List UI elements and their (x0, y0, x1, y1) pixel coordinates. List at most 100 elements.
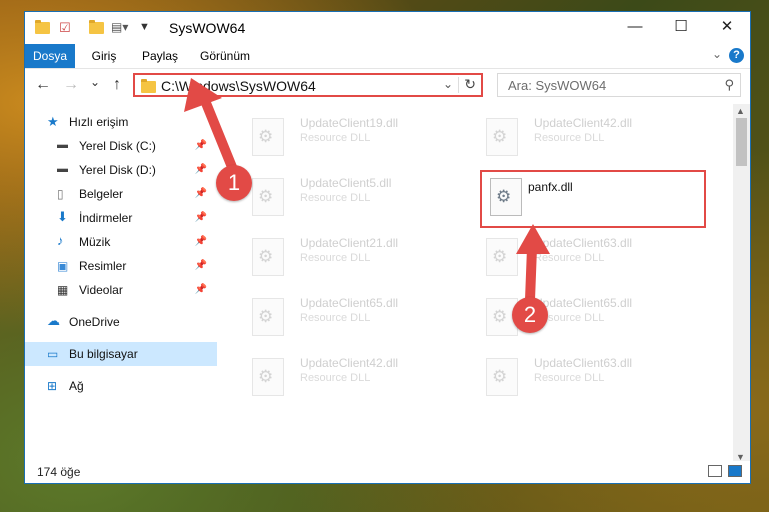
gear-icon: ⚙ (492, 307, 508, 326)
pin-icon[interactable]: 📌 (195, 164, 207, 175)
pin-icon[interactable]: 📌 (195, 284, 207, 295)
file-item[interactable]: ⚙ UpdateClient63.dll Resource DLL (482, 354, 692, 406)
sidebar-item-label: Hızlı erişim (69, 115, 129, 129)
sidebar-item-label: Belgeler (79, 187, 124, 201)
navigation-pane: ★ Hızlı erişim ▬ Yerel Disk (C:) 📌 ▬ Yer… (25, 104, 218, 464)
search-placeholder: Ara: SysWOW64 (508, 78, 607, 93)
music-icon: ♪ (57, 233, 64, 248)
file-name: UpdateClient42.dll (534, 116, 633, 130)
file-item[interactable]: ⚙ UpdateClient42.dll Resource DLL (482, 114, 692, 166)
file-item[interactable]: ⚙ UpdateClient63.dll Resource DLL (482, 234, 692, 286)
file-item-panfx-dll[interactable]: ⚙ panfx.dll (480, 170, 706, 228)
chevron-down-icon[interactable]: ⌄ (443, 77, 453, 91)
forward-button[interactable]: → (61, 76, 81, 94)
tab-file[interactable]: Dosya (25, 44, 75, 68)
computer-icon: ▭ (47, 347, 59, 361)
pin-icon[interactable]: 📌 (195, 260, 207, 271)
item-count: 174 öğe (37, 465, 81, 479)
gear-icon: ⚙ (258, 307, 274, 326)
file-item[interactable]: ⚙ UpdateClient42.dll Resource DLL (248, 354, 458, 406)
file-item[interactable]: ⚙ UpdateClient19.dll Resource DLL (248, 114, 458, 166)
sidebar-item-this-pc[interactable]: ▭ Bu bilgisayar (25, 342, 217, 366)
pin-icon[interactable]: 📌 (195, 140, 207, 151)
minimize-button[interactable]: — (612, 12, 658, 42)
cloud-icon: ☁ (47, 313, 60, 328)
expand-ribbon-icon[interactable]: ⌄ (712, 47, 722, 61)
up-button[interactable]: ↑ (107, 76, 127, 94)
step-badge-2: 2 (512, 297, 548, 333)
properties-icon[interactable]: ☑ (59, 20, 71, 36)
file-type: Resource DLL (300, 312, 371, 324)
maximize-button[interactable]: ☐ (658, 12, 704, 42)
download-icon: ⬇ (57, 209, 68, 224)
sidebar-item-label: Bu bilgisayar (69, 347, 138, 361)
tab-share[interactable]: Paylaş (139, 44, 181, 68)
file-name: UpdateClient65.dll (534, 296, 633, 310)
file-type: Resource DLL (534, 132, 605, 144)
step-badge-1: 1 (216, 165, 252, 201)
tab-home[interactable]: Giriş (87, 44, 121, 68)
gear-icon: ⚙ (258, 367, 274, 386)
customize-toolbar-icon[interactable]: ▤▾ (111, 20, 128, 36)
recent-locations-button[interactable]: ⌄ (85, 75, 105, 89)
file-name: UpdateClient63.dll (534, 236, 633, 250)
gear-icon: ⚙ (258, 187, 274, 206)
explorer-window: ☑ ▤▾ ▼ SysWOW64 — ☐ ✕ Dosya Giriş Paylaş… (24, 11, 751, 484)
vertical-scrollbar[interactable]: ▲ ▼ (733, 104, 750, 464)
close-button[interactable]: ✕ (704, 12, 750, 42)
sidebar-item-pictures[interactable]: ▣ Resimler 📌 (25, 254, 217, 278)
refresh-icon[interactable]: ↻ (464, 76, 476, 93)
ribbon-tabs: Dosya Giriş Paylaş Görünüm ⌄ ? (25, 44, 750, 69)
file-item[interactable]: ⚙ UpdateClient65.dll Resource DLL (248, 294, 458, 346)
tab-view[interactable]: Görünüm (197, 44, 253, 68)
pin-icon[interactable]: 📌 (195, 188, 207, 199)
search-input[interactable]: Ara: SysWOW64 ⚲ (497, 73, 741, 97)
sidebar-item-label: Ağ (69, 379, 84, 393)
sidebar-item-documents[interactable]: ▯ Belgeler 📌 (25, 182, 217, 206)
sidebar-item-onedrive[interactable]: ☁ OneDrive (25, 310, 217, 334)
help-icon[interactable]: ? (729, 48, 744, 63)
gear-icon: ⚙ (492, 247, 508, 266)
drive-icon: ▬ (57, 139, 68, 151)
sidebar-item-music[interactable]: ♪ Müzik 📌 (25, 230, 217, 254)
pin-icon[interactable]: 📌 (195, 236, 207, 247)
sidebar-item-label: İndirmeler (79, 211, 133, 225)
file-name: UpdateClient63.dll (534, 356, 633, 370)
new-folder-icon[interactable] (89, 20, 104, 34)
star-icon: ★ (47, 114, 59, 129)
file-type: Resource DLL (300, 372, 371, 384)
folder-icon (141, 79, 156, 93)
sidebar-item-label: Resimler (79, 259, 127, 273)
address-bar[interactable]: C:\Windows\SysWOW64 ⌄ ↻ (133, 73, 483, 97)
file-item[interactable]: ⚙ UpdateClient21.dll Resource DLL (248, 234, 458, 286)
scroll-up-icon[interactable]: ▲ (736, 106, 745, 116)
sidebar-item-local-disk-d[interactable]: ▬ Yerel Disk (D:) 📌 (25, 158, 217, 182)
file-type: Resource DLL (300, 252, 371, 264)
scrollbar-thumb[interactable] (736, 118, 747, 166)
drive-icon: ▬ (57, 163, 68, 175)
sidebar-item-local-disk-c[interactable]: ▬ Yerel Disk (C:) 📌 (25, 134, 217, 158)
file-type: Resource DLL (300, 132, 371, 144)
pictures-icon: ▣ (57, 259, 69, 273)
status-bar: 174 öğe (25, 461, 750, 483)
sidebar-item-network[interactable]: ⊞ Ağ (25, 374, 217, 398)
window-title: SysWOW64 (169, 20, 246, 36)
gear-icon: ⚙ (258, 247, 274, 266)
back-button[interactable]: ← (33, 76, 53, 94)
pin-icon[interactable]: 📌 (195, 212, 207, 223)
address-path[interactable]: C:\Windows\SysWOW64 (161, 78, 316, 94)
file-type: Resource DLL (534, 372, 605, 384)
sidebar-item-videos[interactable]: ▦ Videolar 📌 (25, 278, 217, 302)
folder-icon (35, 20, 50, 34)
chevron-down-icon[interactable]: ▼ (139, 21, 150, 37)
search-icon[interactable]: ⚲ (724, 77, 734, 93)
details-view-icon[interactable] (708, 465, 722, 477)
large-icons-view-icon[interactable] (728, 465, 742, 477)
file-type: Resource DLL (534, 252, 605, 264)
sidebar-item-downloads[interactable]: ⬇ İndirmeler 📌 (25, 206, 217, 230)
file-item[interactable]: ⚙ UpdateClient5.dll Resource DLL (248, 174, 458, 226)
title-bar: ☑ ▤▾ ▼ SysWOW64 — ☐ ✕ (25, 12, 750, 44)
sidebar-item-quick-access[interactable]: ★ Hızlı erişim (25, 110, 217, 134)
sidebar-item-label: Yerel Disk (C:) (79, 139, 156, 153)
sidebar-item-label: Videolar (79, 283, 123, 297)
